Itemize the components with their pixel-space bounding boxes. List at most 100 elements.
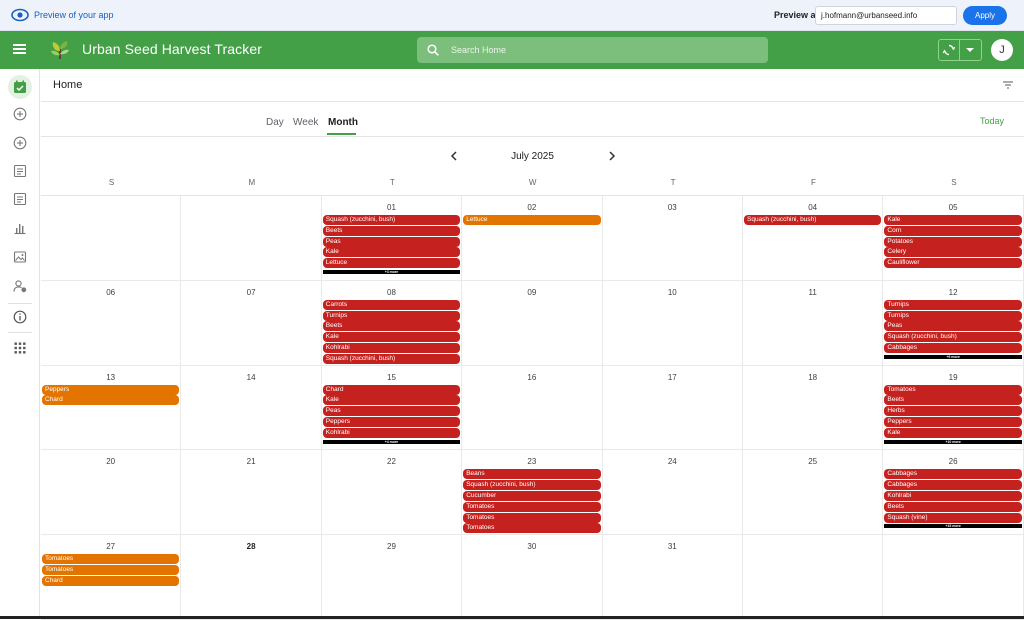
event-chip[interactable]: Chard [42,575,180,586]
calendar-day-cell[interactable] [743,535,884,620]
calendar-day-cell[interactable]: 19 Tomatoes Beets Herbs Peppers Kale +10 more [883,365,1024,451]
calendar-day-cell[interactable]: 10 [602,280,743,366]
event-chip[interactable]: Tomatoes [463,523,601,534]
event-chip[interactable]: Corn [884,225,1022,236]
sidebar-item-info[interactable] [8,305,32,329]
event-chip[interactable]: Peas [884,321,1022,332]
more-events-link[interactable]: +9 more [884,354,1022,359]
event-chip[interactable]: Turnips [884,299,1022,310]
event-chip[interactable]: Tomatoes [463,512,601,523]
calendar-day-cell[interactable]: 06 [41,280,182,366]
event-chip[interactable]: Carrots [322,299,461,310]
event-chip[interactable]: Squash (zucchini, bush) [884,332,1022,343]
filter-icon[interactable] [1003,81,1013,89]
event-chip[interactable]: Beets [884,501,1022,512]
more-events-link[interactable]: +15 more [884,524,1022,529]
event-chip[interactable]: Herbs [884,406,1022,417]
event-chip[interactable]: Peppers [42,384,180,395]
calendar-day-cell[interactable]: 12 Turnips Turnips Peas Squash (zucchini, bu… [883,280,1024,366]
menu-icon[interactable] [13,44,26,54]
event-chip[interactable]: Potatoes [884,236,1022,247]
calendar-day-cell[interactable]: 05 Kale Corn Potatoes Celery Cauliflower [883,196,1024,281]
sidebar-item-add-2[interactable] [8,131,32,155]
calendar-day-cell[interactable]: 20 [41,450,182,536]
event-chip[interactable]: Cabbages [884,469,1022,480]
calendar-day-cell[interactable]: 16 [462,365,603,451]
tab-day[interactable]: Day [266,117,284,128]
chevron-down-icon[interactable] [966,48,974,52]
calendar-day-cell[interactable]: 08 Carrots Turnips Beets Kale Kohlrabi Squash … [321,280,463,366]
tab-month[interactable]: Month [328,117,358,128]
event-chip[interactable]: Cauliflower [884,258,1022,269]
event-chip[interactable]: Lettuce [322,258,461,269]
sidebar-item-gallery[interactable] [8,245,32,269]
preview-email-input[interactable]: j.hofmann@urbanseed.info [815,6,957,25]
calendar-day-cell[interactable] [181,196,322,281]
event-chip[interactable]: Peppers [322,416,461,427]
sidebar-item-list-2[interactable] [8,187,32,211]
calendar-day-cell[interactable]: 28 [181,535,322,620]
calendar-day-cell[interactable]: 29 [321,535,463,620]
event-chip[interactable]: Tomatoes [884,384,1022,395]
event-chip[interactable]: Celery [884,247,1022,258]
calendar-day-cell[interactable]: 21 [181,450,322,536]
event-chip[interactable]: Squash (vine) [884,512,1022,523]
event-chip[interactable]: Lettuce [463,215,601,225]
event-chip[interactable]: Beets [322,225,461,236]
avatar[interactable]: J [991,39,1013,61]
more-events-link[interactable]: +3 more [322,270,461,274]
calendar-day-cell[interactable]: 14 [181,365,322,451]
more-events-link[interactable]: +4 more [322,439,461,444]
calendar-day-cell[interactable]: 25 [743,450,884,536]
calendar-day-cell[interactable]: 26 Cabbages Cabbages Kohlrabi Beets Squash (v… [883,450,1024,536]
calendar-day-cell[interactable]: 30 [462,535,603,620]
tab-week[interactable]: Week [293,117,318,128]
event-chip[interactable]: Kale [322,395,461,406]
calendar-day-cell[interactable]: 07 [181,280,322,366]
event-chip[interactable]: Beets [322,321,461,332]
calendar-day-cell[interactable]: 04 Squash (zucchini, bush) [743,196,884,281]
calendar-day-cell[interactable]: 13 Peppers Chard [41,365,182,451]
apply-button[interactable]: Apply [963,6,1007,25]
event-chip[interactable]: Tomatoes [42,554,180,565]
event-chip[interactable]: Chard [42,395,180,406]
event-chip[interactable]: Squash (zucchini, bush) [463,480,601,491]
calendar-day-cell[interactable]: 18 [743,365,884,451]
event-chip[interactable]: Kale [322,247,461,258]
today-button[interactable]: Today [980,116,1004,126]
sync-control[interactable] [938,39,982,61]
event-chip[interactable]: Cabbages [884,342,1022,353]
event-chip[interactable]: Squash (zucchini, bush) [744,215,882,225]
sidebar-item-user-settings[interactable] [8,274,32,298]
calendar-day-cell[interactable]: 15 Chard Kale Peas Peppers Kohlrabi +4 more [321,365,463,451]
sidebar-item-chart[interactable] [8,216,32,240]
calendar-day-cell[interactable]: 11 [743,280,884,366]
sync-button[interactable] [939,40,960,60]
chevron-right-icon[interactable] [608,151,616,161]
event-chip[interactable]: Kohlrabi [322,342,461,353]
event-chip[interactable]: Beets [884,395,1022,406]
event-chip[interactable]: Kale [884,215,1022,225]
calendar-day-cell[interactable]: 09 [462,280,603,366]
calendar-day-cell[interactable]: 02 Lettuce [462,196,603,281]
event-chip[interactable]: Peas [322,406,461,417]
chevron-left-icon[interactable] [450,151,458,161]
calendar-day-cell[interactable] [41,196,182,281]
event-chip[interactable]: Squash (zucchini, bush) [322,215,461,225]
more-events-link[interactable]: +10 more [884,439,1022,444]
event-chip[interactable]: Cabbages [884,480,1022,491]
event-chip[interactable]: Beans [463,469,601,480]
search-bar[interactable]: Search Home [417,37,768,63]
event-chip[interactable]: Chard [322,384,461,395]
event-chip[interactable]: Tomatoes [463,501,601,512]
sidebar-item-list-1[interactable] [8,159,32,183]
event-chip[interactable]: Cucumber [463,490,601,501]
calendar-day-cell[interactable]: 24 [602,450,743,536]
search-input[interactable]: Search Home [451,45,506,55]
calendar-day-cell[interactable] [883,535,1024,620]
sidebar-item-add-1[interactable] [8,102,32,126]
calendar-day-cell[interactable]: 01 Squash (zucchini, bush) Beets Peas Kale Le… [321,196,463,281]
sidebar-item-apps[interactable] [8,336,32,360]
sidebar-item-calendar[interactable] [8,75,32,99]
event-chip[interactable]: Turnips [322,310,461,321]
